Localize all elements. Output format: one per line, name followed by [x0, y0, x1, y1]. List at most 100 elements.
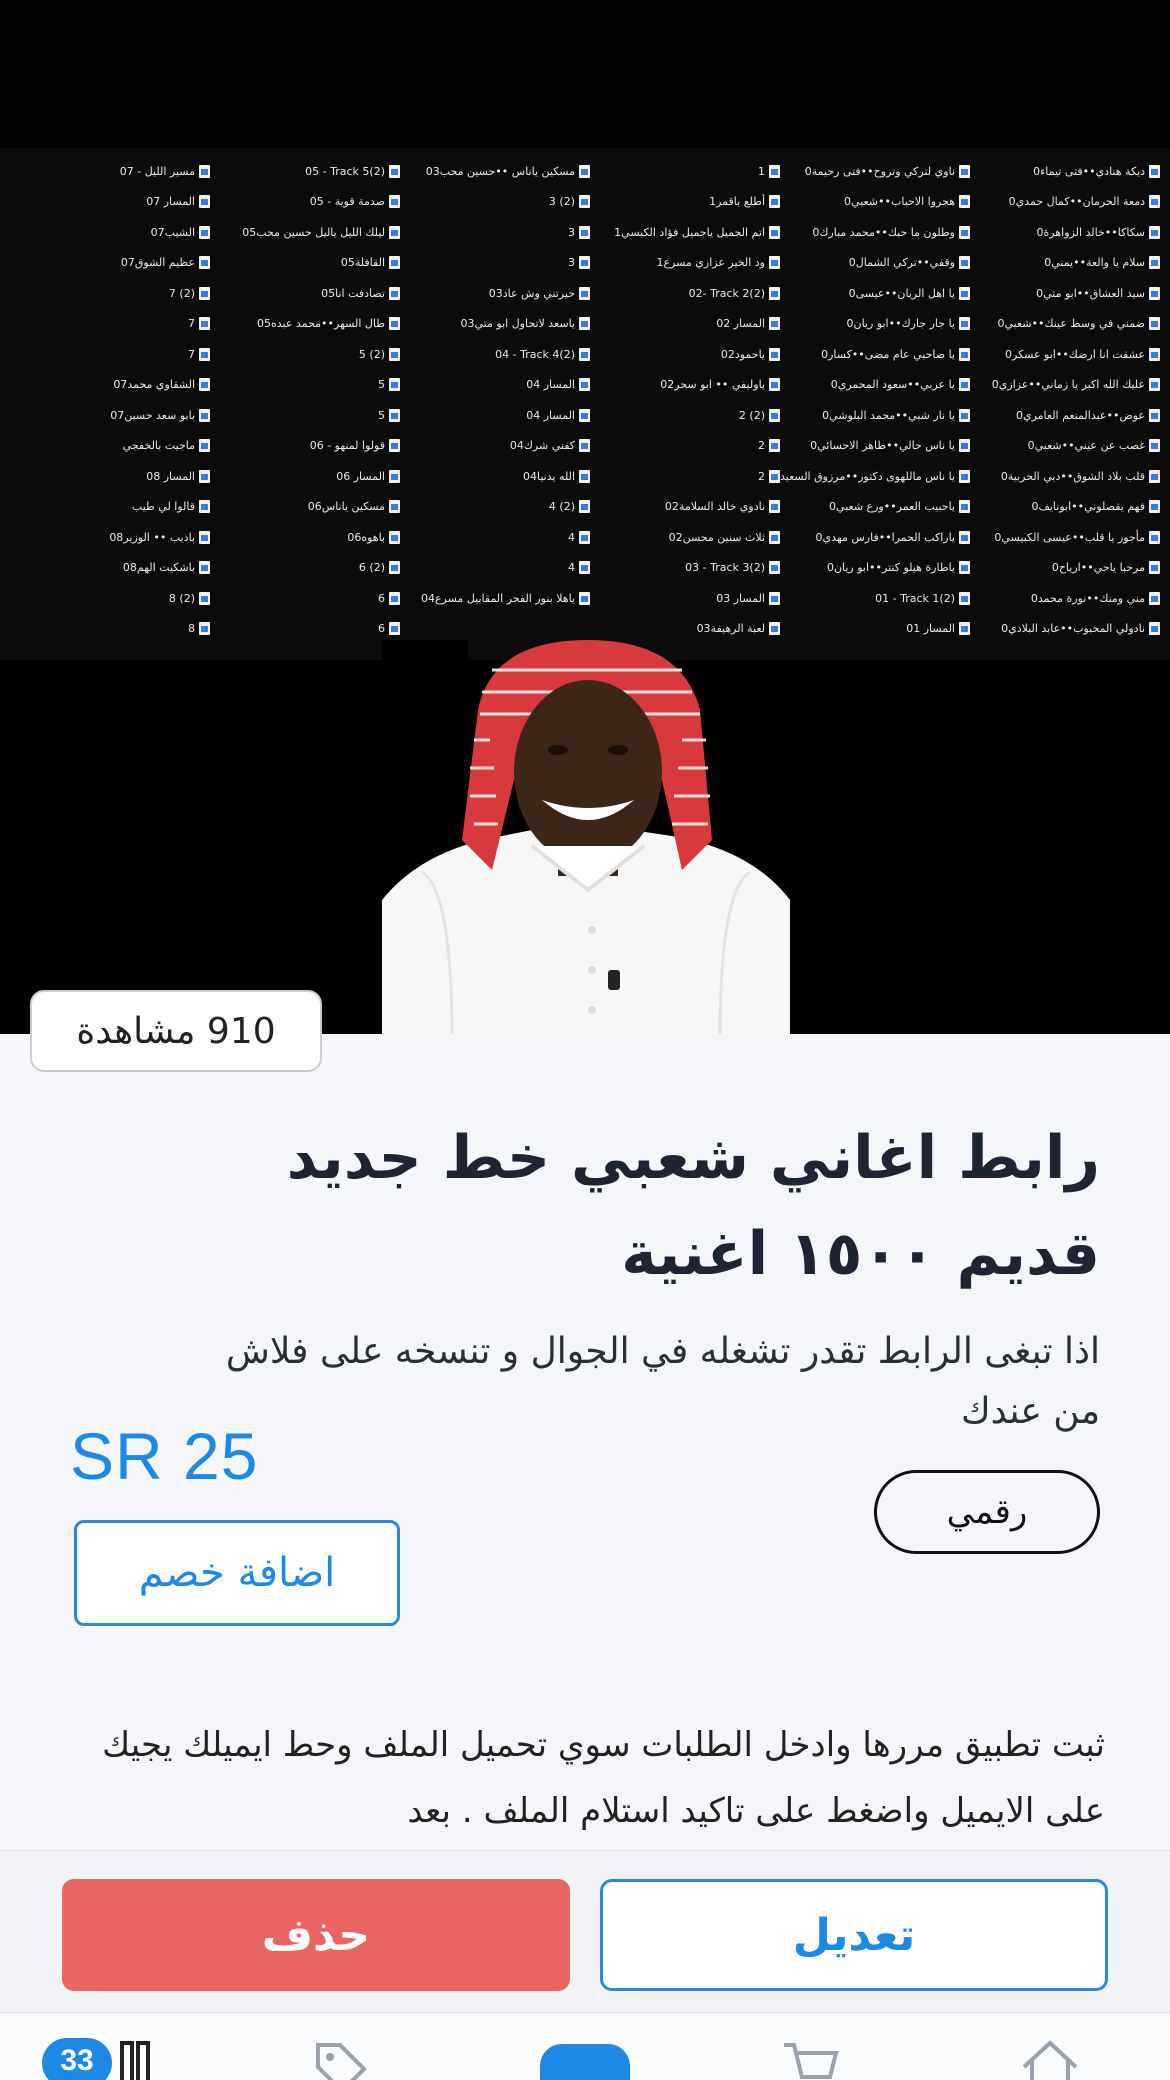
orders-tab-icon[interactable] — [110, 2037, 170, 2080]
file-entry: 7 (2) — [20, 278, 210, 309]
file-name: 2 — [758, 439, 765, 453]
file-name: 02ياحمود — [720, 347, 765, 361]
file-entry: 4 — [400, 553, 590, 584]
file-icon — [389, 256, 400, 270]
file-entry: 0غصب عن عيني••شعبي — [970, 431, 1160, 462]
file-entry: 07بابو سعد حسين — [20, 400, 210, 431]
add-product-tab-button[interactable] — [540, 2044, 630, 2080]
file-name: 05طال السهر••محمد عبده — [257, 317, 385, 331]
home-icon[interactable] — [1020, 2037, 1080, 2080]
file-name: 08باشكيت الهم — [122, 561, 195, 575]
action-bar: حذف تعديل — [0, 1850, 1170, 2012]
file-icon — [389, 378, 400, 392]
file-column: 1 1أطلع باقمر 1اتم الجميل ياجميل فؤاد الكب… — [590, 156, 780, 644]
file-name: 0يا جار جارك••ابو ريان — [846, 317, 955, 331]
file-entry: مسير الليل - 07 — [20, 156, 210, 187]
file-name: المسار 04 — [526, 378, 575, 392]
edit-button[interactable]: تعديل — [600, 1879, 1108, 1991]
file-name: 3 (2) — [548, 195, 575, 209]
file-entry: 4 — [400, 522, 590, 553]
file-icon — [959, 408, 970, 422]
file-entry: قالوا لي طيب — [20, 492, 210, 523]
file-entry: 2 — [590, 461, 780, 492]
file-icon — [389, 286, 400, 300]
file-entry: 05تصادفت انا — [210, 278, 400, 309]
file-column: مسير الليل - 07 المسار 07 07الشيب 07عظيم ال… — [20, 156, 210, 644]
file-name: 7 (2) — [168, 286, 195, 300]
file-icon — [769, 164, 780, 178]
file-icon — [579, 195, 590, 209]
file-entry: 3 (2) — [400, 187, 590, 218]
file-name: 04كفني شرك — [509, 439, 575, 453]
file-name: 0قلب بلاد الشوق••دبي الحربية — [1000, 469, 1145, 483]
file-name: 0وقفي••تركي الشمال — [848, 256, 955, 270]
add-discount-label: اضافة خصم — [138, 1550, 336, 1596]
file-name: 6 — [378, 622, 385, 636]
file-name: 06باهوه — [347, 530, 385, 544]
file-icon — [579, 408, 590, 422]
file-name: 03 - Track 3(2) — [685, 561, 765, 575]
file-entry: 0عشقت انا ارضك••ابو عسكر — [970, 339, 1160, 370]
file-icon — [199, 439, 210, 453]
file-icon — [199, 500, 210, 514]
file-name: 05ليلك الليل ياليل حسين محب — [242, 225, 385, 239]
file-icon — [579, 439, 590, 453]
product-type-chip[interactable]: رقمي — [874, 1470, 1100, 1554]
file-name: 04ياهلا بنور الفجر المقابيل مسرع — [420, 591, 575, 605]
file-icon — [769, 256, 780, 270]
file-icon — [1149, 164, 1160, 178]
file-name: 6 (2) — [358, 561, 385, 575]
file-name: 02نادوي خالد السلامة — [664, 500, 765, 514]
file-icon — [389, 500, 400, 514]
file-name: المسار 06 — [336, 469, 385, 483]
file-icon — [389, 317, 400, 331]
file-icon — [199, 347, 210, 361]
delete-button[interactable]: حذف — [62, 1879, 570, 1991]
tag-icon[interactable] — [310, 2037, 370, 2080]
file-icon — [1149, 378, 1160, 392]
file-entry: 6 — [210, 583, 400, 614]
file-entry: ماجيت بالخفجي — [20, 431, 210, 462]
file-entry: 02ياحمود — [590, 339, 780, 370]
product-title: رابط اغاني شعبي خط جديد قديم ١٥٠٠ اغنية — [286, 1123, 1100, 1289]
views-count-badge: 910 مشاهدة — [30, 990, 322, 1072]
file-name: 0عليك الله اكبر يا زماني••عزازي — [991, 378, 1145, 392]
file-entry: 03حيرتني وش عاد — [400, 278, 590, 309]
file-entry: 0يا نار شبي••محمد البلوشي — [780, 400, 970, 431]
file-name: 08باذيب •• الوزير — [109, 530, 195, 544]
file-name: 0مني ومنك••نورة محمد — [1030, 591, 1145, 605]
file-name: صدمة قوية - 05 — [309, 195, 385, 209]
add-discount-button[interactable]: اضافة خصم — [74, 1520, 400, 1626]
file-entry: 0ديكة هنادي••فتى تيماء — [970, 156, 1160, 187]
file-entry: 0يا ناس ماللهوى دكتور••مرزوق السعيد — [780, 461, 970, 492]
cart-icon[interactable] — [780, 2037, 840, 2080]
file-icon — [199, 561, 210, 575]
file-icon — [959, 622, 970, 636]
file-entry: 04الله يدنيا — [400, 461, 590, 492]
file-icon — [769, 317, 780, 331]
file-icon — [579, 286, 590, 300]
file-entry: 0يا صاحبي عام مضى••كسار — [780, 339, 970, 370]
file-name: 0يا صاحبي عام مضى••كسار — [821, 347, 955, 361]
file-name: 0ياراكب الحمرا••فارس مهدي — [815, 530, 955, 544]
file-entry: 04ياهلا بنور الفجر المقابيل مسرع — [400, 583, 590, 614]
file-entry: 04كفني شرك — [400, 431, 590, 462]
file-name: 07عظيم الشوق — [120, 256, 195, 270]
file-entry: 0ياطارة هيلو كنتر••ابو ريان — [780, 553, 970, 584]
file-icon — [769, 347, 780, 361]
file-icon — [579, 317, 590, 331]
file-name: 05 - Track 5(2) — [305, 164, 385, 178]
file-name: 1ود الخير عزازي مسرع — [656, 256, 765, 270]
file-entry: 0ناوي لتركي وتروح••فتى رحيمة — [780, 156, 970, 187]
file-icon — [579, 347, 590, 361]
image-top-band — [0, 0, 1170, 148]
file-entry: 01 - Track 1(2) — [780, 583, 970, 614]
file-icon — [1149, 500, 1160, 514]
file-name: 0يا اهل الريان••عيسى — [848, 286, 955, 300]
file-name: 0سلام يا والعة••يمني — [1044, 256, 1145, 270]
file-entry: صدمة قوية - 05 — [210, 187, 400, 218]
file-icon — [959, 256, 970, 270]
file-icon — [959, 500, 970, 514]
file-column: 0ناوي لتركي وتروح••فتى رحيمة 0هجروا الاحب… — [780, 156, 970, 644]
file-icon — [959, 591, 970, 605]
